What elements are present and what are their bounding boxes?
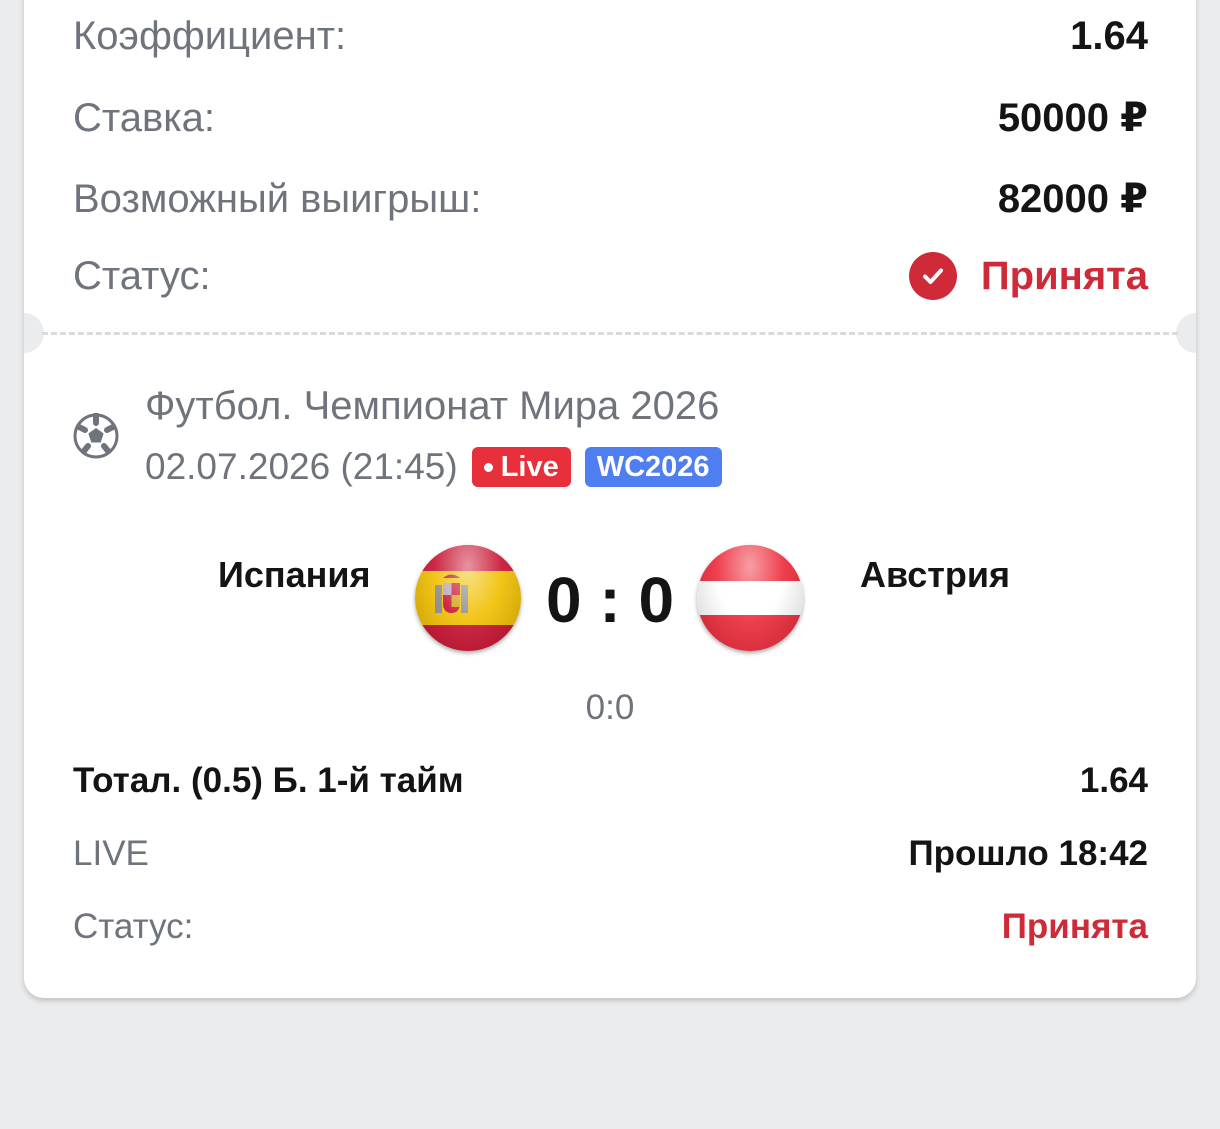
bet-mode-row: LIVE Прошло 18:42	[73, 834, 1148, 874]
payout-row: Возможный выигрыш: 82000 ₽	[73, 176, 1148, 222]
match-score: 0 : 0	[545, 564, 675, 636]
away-team-name: Австрия	[860, 554, 1011, 595]
bet-mode: LIVE	[73, 834, 149, 873]
coefficient-label: Коэффициент:	[73, 14, 347, 58]
bet-odds: 1.64	[1079, 761, 1148, 800]
spain-flag-icon	[415, 545, 521, 651]
flag-gloss	[697, 545, 803, 651]
ticket-divider	[42, 332, 1178, 335]
status-value: Принята	[980, 253, 1148, 298]
austria-flag-icon	[697, 545, 803, 651]
ticket-notch-left	[24, 313, 44, 353]
event-title: Футбол. Чемпионат Мира 2026	[145, 384, 720, 428]
stake-label: Ставка:	[73, 95, 215, 140]
coefficient-row: Коэффициент: 1.64	[73, 14, 1148, 59]
event-date: 02.07.2026 (21:45)	[145, 446, 458, 487]
half-time-score: 0:0	[585, 688, 635, 727]
elapsed-time: Прошло 18:42	[908, 834, 1148, 873]
home-team-name: Испания	[218, 554, 371, 595]
bet-card: Коэффициент: 1.64 Ставка: 50000 ₽ Возмож…	[24, 0, 1196, 998]
live-badge-label: Live	[500, 450, 559, 483]
bet-market-row: Тотал. (0.5) Б. 1-й тайм 1.64	[73, 761, 1148, 801]
flag-gloss	[415, 545, 521, 651]
bet-status-row: Статус: Принята	[73, 907, 1148, 947]
stake-row: Ставка: 50000 ₽	[73, 95, 1148, 141]
live-badge: Live	[471, 447, 571, 487]
bet-status-label: Статус:	[73, 907, 194, 946]
event-meta: 02.07.2026 (21:45) Live WC2026	[145, 446, 722, 488]
tournament-badge: WC2026	[584, 447, 722, 487]
coefficient-value: 1.64	[1070, 14, 1148, 58]
status-indicator: Принята	[908, 252, 1148, 300]
status-label: Статус:	[73, 253, 211, 298]
live-dot-icon	[483, 462, 493, 472]
ticket-notch-right	[1176, 313, 1196, 353]
bet-status-value: Принята	[1001, 907, 1148, 946]
soccer-ball-icon	[73, 412, 119, 459]
check-circle-icon	[908, 252, 957, 300]
stake-value: 50000 ₽	[997, 96, 1148, 140]
payout-value: 82000 ₽	[997, 177, 1148, 221]
bet-market: Тотал. (0.5) Б. 1-й тайм	[73, 761, 464, 800]
payout-label: Возможный выигрыш:	[73, 176, 482, 221]
status-row: Статус: Принята	[73, 252, 1148, 300]
